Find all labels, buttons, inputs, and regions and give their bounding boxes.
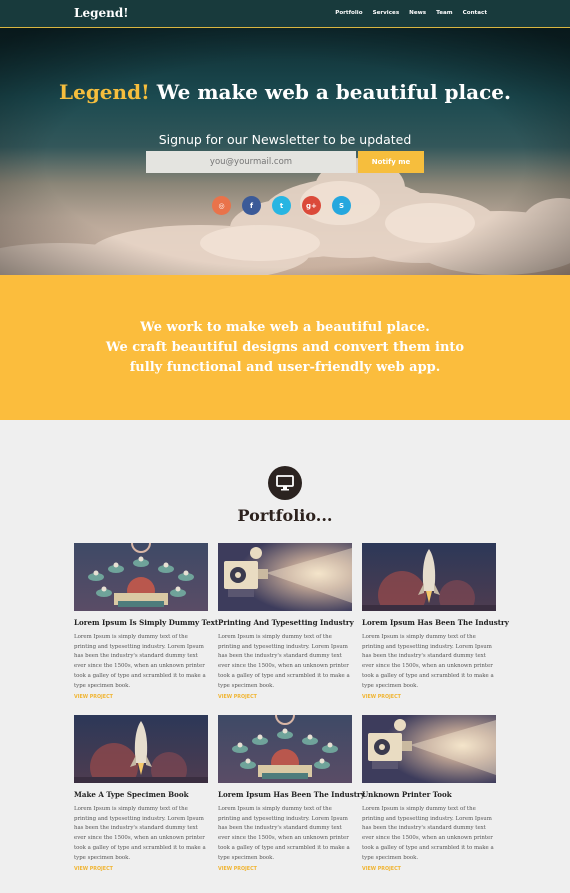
- portfolio-card-title: Make A Type Specimen Book: [74, 790, 189, 799]
- intro-text: We work to make web a beautiful place. W…: [0, 318, 570, 378]
- intro-line: We work to make web a beautiful place.: [140, 320, 430, 335]
- portfolio-title: Portfolio...: [237, 506, 333, 525]
- portfolio-card-title: Lorem Ipsum Has Been The Industry: [218, 790, 365, 799]
- hero-title-rest: We make web a beautiful place.: [149, 80, 511, 104]
- newsletter-subtitle: Signup for our Newsletter to be updated: [158, 132, 412, 147]
- social-icons: ◎ f t g+ S: [212, 196, 351, 215]
- skype-icon[interactable]: S: [332, 196, 351, 215]
- nav-services[interactable]: Services: [373, 10, 400, 16]
- portfolio-thumbnail[interactable]: [74, 543, 208, 611]
- portfolio-card-description: Lorem Ipsum is simply dummy text of the …: [218, 806, 350, 861]
- portfolio-card-title: Printing And Typesetting Industry: [218, 618, 354, 627]
- newsletter-form: Notify me: [146, 151, 424, 173]
- twitter-icon[interactable]: t: [272, 196, 291, 215]
- portfolio-card-title: Lorem Ipsum Is Simply Dummy Text: [74, 618, 219, 627]
- nav-menu: Portfolio Services News Team Contact: [335, 10, 487, 16]
- intro-section: We work to make web a beautiful place. W…: [0, 275, 570, 420]
- view-project-link[interactable]: VIEW PROJECT: [218, 867, 257, 872]
- portfolio-card-description: Lorem Ipsum is simply dummy text of the …: [218, 634, 350, 689]
- intro-line: We craft beautiful designs and convert t…: [105, 340, 465, 355]
- monitor-icon: [268, 466, 302, 500]
- hero-title: Legend! We make web a beautiful place.: [0, 80, 570, 104]
- brand-logo[interactable]: Legend!: [74, 6, 128, 20]
- hero-title-accent: Legend!: [59, 80, 150, 104]
- portfolio-thumbnail[interactable]: [74, 715, 208, 783]
- notify-button[interactable]: Notify me: [358, 151, 424, 173]
- nav-team[interactable]: Team: [436, 10, 452, 16]
- view-project-link[interactable]: VIEW PROJECT: [74, 867, 113, 872]
- dribbble-icon[interactable]: ◎: [212, 196, 231, 215]
- portfolio-card-description: Lorem Ipsum is simply dummy text of the …: [74, 634, 206, 689]
- intro-line: fully functional and user-friendly web a…: [129, 360, 441, 375]
- navbar: Legend! Portfolio Services News Team Con…: [0, 0, 570, 28]
- facebook-icon[interactable]: f: [242, 196, 261, 215]
- portfolio-thumbnail[interactable]: [362, 543, 496, 611]
- portfolio-card-description: Lorem Ipsum is simply dummy text of the …: [362, 634, 494, 689]
- view-project-link[interactable]: VIEW PROJECT: [362, 867, 401, 872]
- nav-contact[interactable]: Contact: [463, 10, 487, 16]
- view-project-link[interactable]: VIEW PROJECT: [362, 695, 401, 700]
- portfolio-thumbnail[interactable]: [362, 715, 496, 783]
- nav-portfolio[interactable]: Portfolio: [335, 10, 362, 16]
- view-project-link[interactable]: VIEW PROJECT: [74, 695, 113, 700]
- portfolio-card-title: Unknown Printer Took: [362, 790, 452, 799]
- google-plus-icon[interactable]: g+: [302, 196, 321, 215]
- hero-section: Legend! We make web a beautiful place. S…: [0, 28, 570, 275]
- portfolio-card-description: Lorem Ipsum is simply dummy text of the …: [74, 806, 206, 861]
- nav-news[interactable]: News: [409, 10, 426, 16]
- view-project-link[interactable]: VIEW PROJECT: [218, 695, 257, 700]
- portfolio-card-description: Lorem Ipsum is simply dummy text of the …: [362, 806, 494, 861]
- portfolio-card-title: Lorem Ipsum Has Been The Industry: [362, 618, 509, 627]
- portfolio-thumbnail[interactable]: [218, 715, 352, 783]
- portfolio-thumbnail[interactable]: [218, 543, 352, 611]
- email-input[interactable]: [146, 151, 356, 173]
